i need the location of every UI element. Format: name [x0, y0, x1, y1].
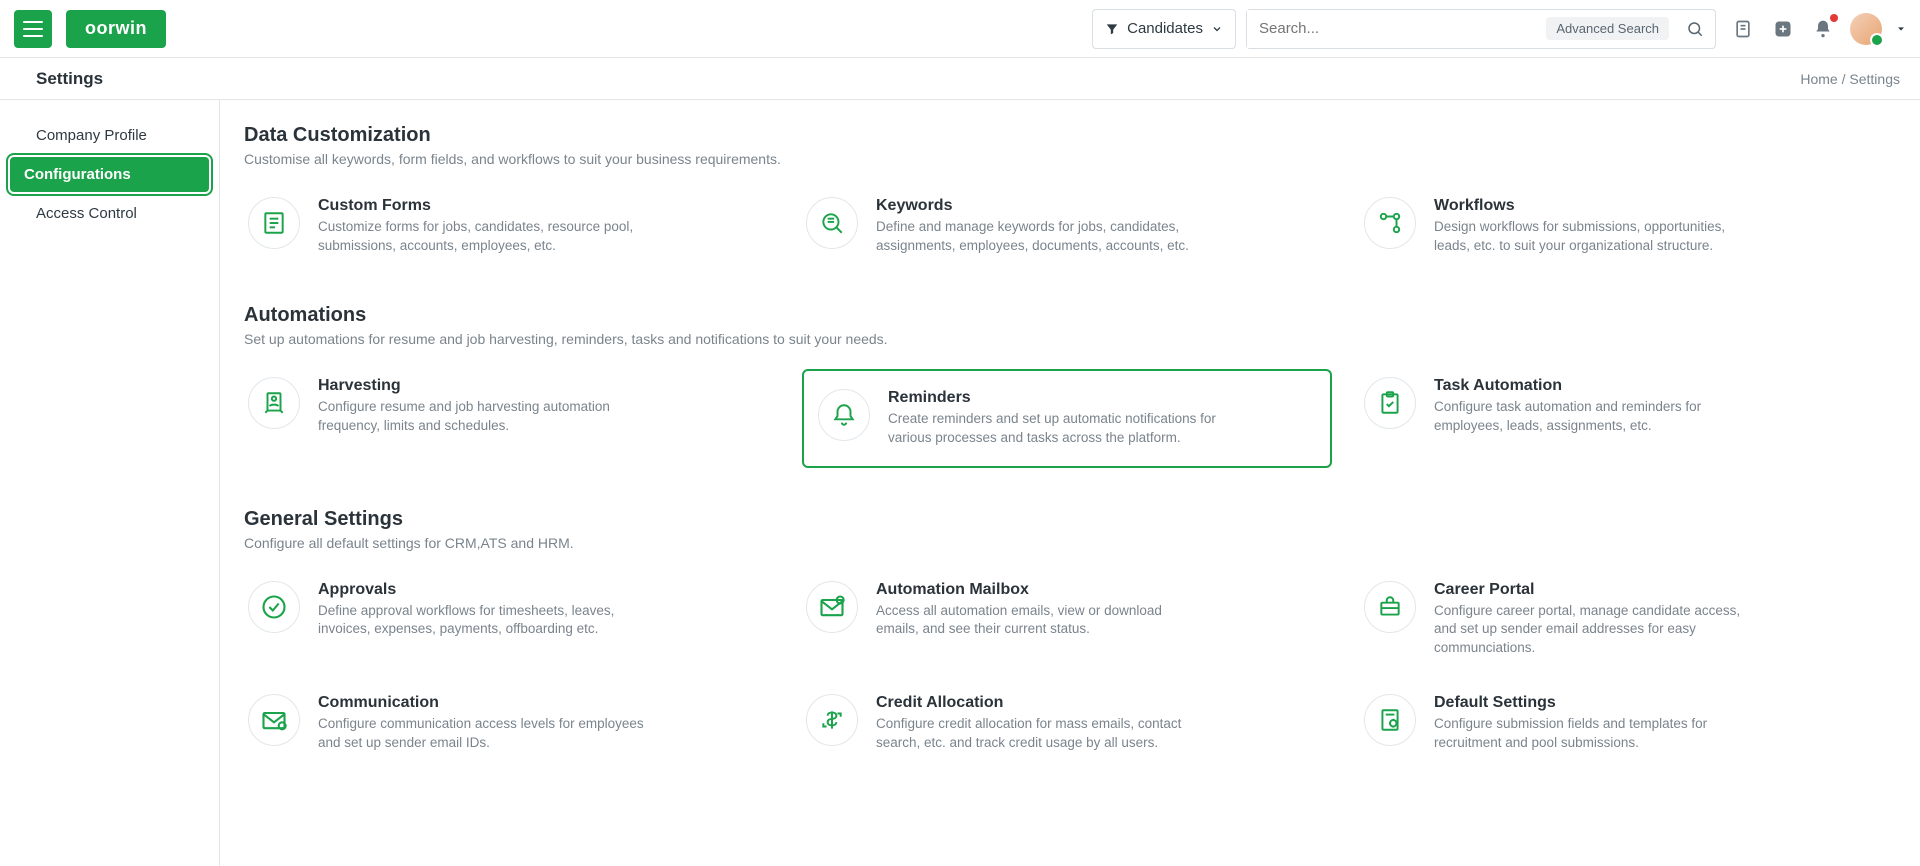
brand-logo[interactable]: oorwin [66, 10, 166, 48]
task-check-icon [1364, 377, 1416, 429]
breadcrumb: Home / Settings [1800, 71, 1900, 87]
card-desc: Define and manage keywords for jobs, can… [876, 218, 1206, 256]
search-input[interactable] [1247, 10, 1546, 48]
panel-icon[interactable] [1730, 16, 1756, 42]
section-title: Data Customization [244, 124, 1890, 147]
card-title: Custom Forms [318, 197, 648, 215]
sidebar-item-company-profile[interactable]: Company Profile [0, 118, 219, 153]
card-workflows[interactable]: Workflows Design workflows for submissio… [1360, 189, 1890, 264]
approval-check-icon [248, 581, 300, 633]
content-area: Data Customization Customise all keyword… [220, 100, 1920, 866]
bell-icon [1813, 19, 1833, 39]
card-desc: Customize forms for jobs, candidates, re… [318, 218, 648, 256]
topbar: oorwin Candidates Advanced Search [0, 0, 1920, 58]
card-title: Harvesting [318, 377, 648, 395]
card-keywords[interactable]: Keywords Define and manage keywords for … [802, 189, 1332, 264]
section-desc: Set up automations for resume and job ha… [244, 331, 1890, 347]
card-desc: Configure submission fields and template… [1434, 715, 1764, 753]
filter-label: Candidates [1127, 20, 1203, 37]
card-desc: Configure communication access levels fo… [318, 715, 648, 753]
clipboard-icon [1733, 19, 1753, 39]
envelope-icon [248, 694, 300, 746]
sidebar-item-access-control[interactable]: Access Control [0, 196, 219, 231]
dollar-icon [806, 694, 858, 746]
user-avatar[interactable] [1850, 13, 1882, 45]
card-communication[interactable]: Communication Configure communication ac… [244, 686, 774, 761]
section-data-customization: Data Customization Customise all keyword… [244, 124, 1890, 264]
reminder-bell-icon [818, 389, 870, 441]
card-title: Task Automation [1434, 377, 1764, 395]
subbar: Settings Home / Settings [0, 58, 1920, 100]
add-button[interactable] [1770, 16, 1796, 42]
card-title: Automation Mailbox [876, 581, 1206, 599]
section-desc: Customise all keywords, form fields, and… [244, 151, 1890, 167]
menu-toggle-button[interactable] [14, 10, 52, 48]
notifications-button[interactable] [1810, 16, 1836, 42]
card-reminders[interactable]: Reminders Create reminders and set up au… [802, 369, 1332, 468]
card-desc: Define approval workflows for timesheets… [318, 602, 648, 640]
plus-square-icon [1773, 19, 1793, 39]
card-desc: Design workflows for submissions, opport… [1434, 218, 1764, 256]
sidebar-item-configurations[interactable]: Configurations [10, 157, 209, 192]
card-title: Communication [318, 694, 648, 712]
search-button[interactable] [1675, 10, 1715, 48]
settings-doc-icon [1364, 694, 1416, 746]
card-title: Default Settings [1434, 694, 1764, 712]
section-title: Automations [244, 304, 1890, 327]
page-title: Settings [36, 69, 103, 89]
breadcrumb-current: Settings [1849, 71, 1900, 87]
keywords-icon [806, 197, 858, 249]
breadcrumb-home[interactable]: Home [1800, 71, 1837, 87]
filter-icon [1105, 22, 1119, 36]
card-title: Career Portal [1434, 581, 1764, 599]
section-general-settings: General Settings Configure all default s… [244, 508, 1890, 761]
card-harvesting[interactable]: Harvesting Configure resume and job harv… [244, 369, 774, 468]
card-approvals[interactable]: Approvals Define approval workflows for … [244, 573, 774, 667]
card-custom-forms[interactable]: Custom Forms Customize forms for jobs, c… [244, 189, 774, 264]
settings-sidebar: Company Profile Configurations Access Co… [0, 100, 220, 866]
workflow-icon [1364, 197, 1416, 249]
hamburger-icon [23, 21, 43, 37]
card-title: Reminders [888, 389, 1218, 407]
harvesting-icon [248, 377, 300, 429]
card-automation-mailbox[interactable]: Automation Mailbox Access all automation… [802, 573, 1332, 667]
card-title: Workflows [1434, 197, 1764, 215]
card-default-settings[interactable]: Default Settings Configure submission fi… [1360, 686, 1890, 761]
card-title: Credit Allocation [876, 694, 1206, 712]
card-title: Keywords [876, 197, 1206, 215]
card-desc: Configure career portal, manage candidat… [1434, 602, 1764, 659]
card-desc: Create reminders and set up automatic no… [888, 410, 1218, 448]
section-automations: Automations Set up automations for resum… [244, 304, 1890, 468]
section-title: General Settings [244, 508, 1890, 531]
card-career-portal[interactable]: Career Portal Configure career portal, m… [1360, 573, 1890, 667]
card-desc: Configure credit allocation for mass ema… [876, 715, 1206, 753]
form-icon [248, 197, 300, 249]
search-icon [1686, 20, 1704, 38]
mailbox-icon [806, 581, 858, 633]
caret-down-icon[interactable] [1896, 24, 1906, 34]
card-desc: Configure task automation and reminders … [1434, 398, 1764, 436]
chevron-down-icon [1211, 23, 1223, 35]
notification-dot [1830, 14, 1838, 22]
card-desc: Configure resume and job harvesting auto… [318, 398, 648, 436]
card-title: Approvals [318, 581, 648, 599]
search-entity-dropdown[interactable]: Candidates [1092, 9, 1236, 49]
card-desc: Access all automation emails, view or do… [876, 602, 1206, 640]
card-task-automation[interactable]: Task Automation Configure task automatio… [1360, 369, 1890, 468]
card-credit-allocation[interactable]: Credit Allocation Configure credit alloc… [802, 686, 1332, 761]
section-desc: Configure all default settings for CRM,A… [244, 535, 1890, 551]
briefcase-icon [1364, 581, 1416, 633]
search-bar: Advanced Search [1246, 9, 1716, 49]
advanced-search-button[interactable]: Advanced Search [1546, 17, 1669, 40]
